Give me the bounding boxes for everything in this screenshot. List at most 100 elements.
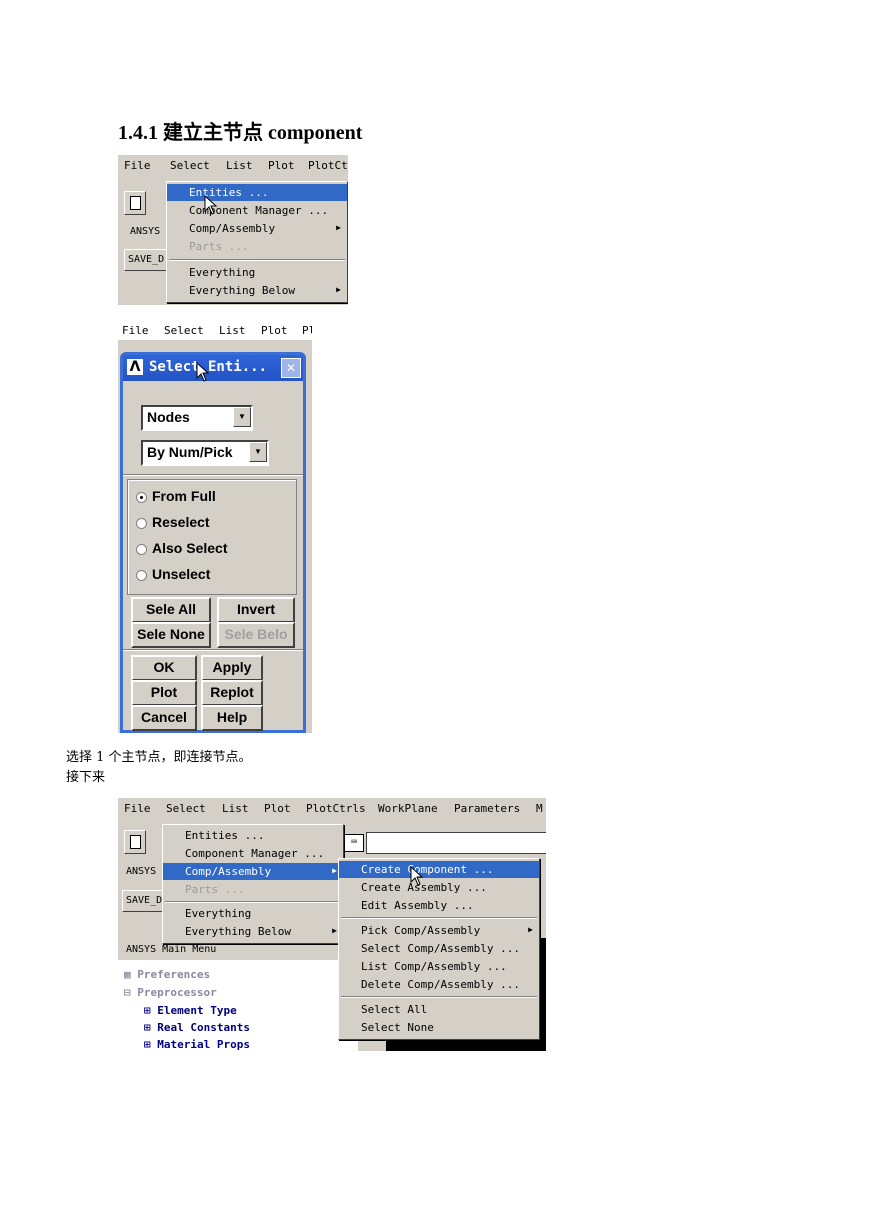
section-heading: 1.4.1 建立主节点 component	[118, 122, 363, 144]
menu-workplane[interactable]: WorkPlane	[378, 802, 438, 815]
menu-select[interactable]: Select	[166, 802, 206, 815]
caption-select-master-node: 选择 1 个主节点，即连接节点。	[66, 750, 252, 765]
caption-next: 接下来	[66, 770, 106, 785]
submenu-arrow-icon: ▶	[332, 866, 337, 875]
menu-plotctrls[interactable]: PlotCtrls	[306, 802, 366, 815]
menu-item-everything-below[interactable]: Everything Below ▶	[167, 282, 347, 299]
select-dropdown-menu: Entities ... Component Manager ... Comp/…	[162, 824, 344, 944]
dialog-separator	[123, 649, 303, 651]
ansys-label: ANSYS	[130, 226, 161, 237]
submenu-item-select-comp-assembly[interactable]: Select Comp/Assembly ...	[339, 940, 539, 957]
submenu-item-select-none[interactable]: Select None	[339, 1019, 539, 1036]
menu-bar: File Select List Plot PlotCtrls WorkPlan…	[118, 798, 546, 818]
save-db-label: SAVE_D	[126, 895, 163, 906]
submenu-item-select-all[interactable]: Select All	[339, 1001, 539, 1018]
menu-item-entities[interactable]: Entities ...	[167, 184, 347, 201]
select-dropdown-menu: Entities ... Component Manager ... Comp/…	[166, 181, 348, 303]
menu-list[interactable]: List	[226, 159, 253, 172]
main-menu-tree: ▦ Preferences ⊟ Preprocessor ⊞ Element T…	[118, 960, 358, 1051]
menu-plotctrls[interactable]: Pl	[302, 324, 312, 337]
submenu-item-pick-comp-assembly[interactable]: Pick Comp/Assembly ▶	[339, 922, 539, 939]
menu-item-everything-below[interactable]: Everything Below ▶	[163, 923, 343, 940]
menu-separator	[169, 259, 345, 261]
mouse-cursor-icon	[204, 195, 218, 215]
menu-item-parts: Parts ...	[185, 883, 245, 896]
menu-item-component-manager[interactable]: Component Manager ...	[167, 202, 347, 219]
chevron-down-icon[interactable]: ▼	[249, 442, 267, 462]
menu-plot[interactable]: Plot	[268, 159, 295, 172]
sele-none-button[interactable]: Sele None	[131, 622, 211, 648]
chevron-down-icon[interactable]: ▼	[233, 407, 251, 427]
submenu-arrow-icon: ▶	[336, 285, 341, 294]
select-method-select[interactable]: By Num/Pick ▼	[141, 440, 269, 466]
ok-button[interactable]: OK	[131, 655, 197, 681]
tree-item-preprocessor[interactable]: ⊟ Preprocessor	[124, 986, 217, 999]
mouse-cursor-icon	[410, 866, 424, 886]
menu-separator	[341, 917, 537, 919]
menu-file[interactable]: File	[124, 802, 151, 815]
menu-file[interactable]: File	[122, 324, 149, 337]
entity-type-select[interactable]: Nodes ▼	[141, 405, 253, 431]
save-db-label: SAVE_D	[128, 254, 165, 265]
plot-button[interactable]: Plot	[131, 680, 197, 706]
submenu-item-create-component[interactable]: Create Component ...	[339, 861, 539, 878]
menu-select[interactable]: Select	[164, 324, 204, 337]
submenu-item-list-comp-assembly[interactable]: List Comp/Assembly ...	[339, 958, 539, 975]
selection-mode-group: From Full Reselect Also Select Unselect	[127, 479, 297, 595]
menu-list[interactable]: List	[222, 802, 249, 815]
submenu-item-delete-comp-assembly[interactable]: Delete Comp/Assembly ...	[339, 976, 539, 993]
radio-dot	[136, 544, 147, 555]
menu-list[interactable]: List	[219, 324, 246, 337]
save-db-button[interactable]: SAVE_D	[124, 249, 170, 271]
expand-icon: ⊞	[144, 1038, 158, 1051]
tree-item-preferences[interactable]: ▦ Preferences	[124, 968, 210, 981]
keyboard-icon[interactable]: ⌨	[344, 834, 364, 852]
menu-item-component-manager[interactable]: Component Manager ...	[163, 845, 343, 862]
menu-parameters[interactable]: Parameters	[454, 802, 520, 815]
new-file-icon[interactable]	[124, 830, 146, 854]
submenu-item-edit-assembly[interactable]: Edit Assembly ...	[339, 897, 539, 914]
sele-all-button[interactable]: Sele All	[131, 597, 211, 623]
help-button[interactable]: Help	[201, 705, 263, 731]
select-entities-dialog: Λ Select Enti... ✕ Nodes ▼ By Num/Pick ▼…	[120, 352, 306, 733]
cancel-button[interactable]: Cancel	[131, 705, 197, 731]
comp-assembly-submenu: Create Component ... Create Assembly ...…	[338, 858, 540, 1040]
radio-dot	[136, 492, 147, 503]
apply-button[interactable]: Apply	[201, 655, 263, 681]
screenshot-select-menu: File Select List Plot PlotCt ANSYS SAVE_…	[118, 155, 348, 305]
menu-plotctrls[interactable]: PlotCt	[308, 159, 348, 172]
submenu-arrow-icon: ▶	[528, 925, 533, 934]
screenshot-comp-assembly-menu: File Select List Plot PlotCtrls WorkPlan…	[118, 798, 546, 1051]
mouse-cursor-icon	[196, 362, 210, 382]
tree-item-element-type[interactable]: ⊞ Element Type	[144, 1004, 237, 1017]
expand-icon: ⊞	[144, 1021, 158, 1034]
menu-item-everything[interactable]: Everything	[167, 264, 347, 281]
submenu-item-create-assembly[interactable]: Create Assembly ...	[339, 879, 539, 896]
tree-item-real-constants[interactable]: ⊞ Real Constants	[144, 1021, 250, 1034]
menu-item-everything[interactable]: Everything	[163, 905, 343, 922]
menu-item-comp-assembly[interactable]: Comp/Assembly ▶	[163, 863, 343, 880]
submenu-arrow-icon: ▶	[336, 223, 341, 232]
invert-button[interactable]: Invert	[217, 597, 295, 623]
tree-item-material-props[interactable]: ⊞ Material Props	[144, 1038, 250, 1051]
radio-dot	[136, 518, 147, 529]
menu-item-entities[interactable]: Entities ...	[163, 827, 343, 844]
menu-separator	[165, 901, 341, 903]
menu-plot[interactable]: Plot	[264, 802, 291, 815]
new-file-icon[interactable]	[124, 191, 146, 215]
select-method-value: By Num/Pick	[147, 444, 233, 460]
menu-file[interactable]: File	[124, 159, 151, 172]
menu-select[interactable]: Select	[170, 159, 210, 172]
replot-button[interactable]: Replot	[201, 680, 263, 706]
entity-type-value: Nodes	[147, 409, 190, 425]
radio-dot	[136, 570, 147, 581]
screenshot-select-entities-dialog: File Select List Plot Pl Λ Select Enti..…	[118, 320, 312, 733]
close-icon[interactable]: ✕	[281, 358, 301, 378]
menu-plot[interactable]: Plot	[261, 324, 288, 337]
main-menu-title: ANSYS Main Menu	[126, 944, 217, 955]
menu-item-comp-assembly[interactable]: Comp/Assembly ▶	[167, 220, 347, 237]
menu-bar: File Select List Plot Pl	[118, 320, 312, 340]
menu-separator	[341, 996, 537, 998]
menu-more[interactable]: M	[536, 802, 543, 815]
command-input[interactable]	[366, 832, 546, 854]
